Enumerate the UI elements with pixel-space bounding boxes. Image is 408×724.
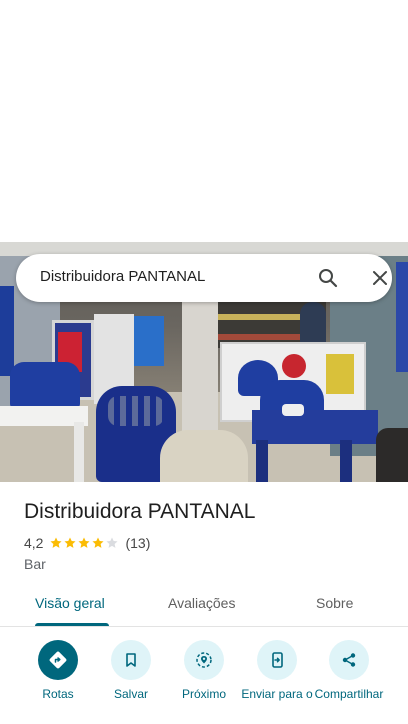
photo-napkin [282, 404, 304, 416]
send-to-phone-label: Enviar para o [241, 687, 313, 701]
rating-stars [49, 536, 119, 550]
map-blank-area [0, 0, 408, 242]
nearby-label: Próximo [181, 687, 226, 701]
star-empty-icon [106, 537, 119, 548]
star-filled-icon [78, 537, 91, 548]
save-button[interactable]: Salvar [92, 640, 170, 701]
photo-table-leg [74, 422, 84, 482]
star-filled-icon [92, 537, 105, 548]
share-label: Compartilhar [314, 687, 384, 701]
review-count: (13) [125, 535, 151, 551]
save-label: Salvar [113, 687, 148, 701]
bookmark-icon[interactable] [111, 640, 151, 680]
tab-indicator [35, 623, 109, 626]
send-to-phone-button[interactable]: Enviar para o [238, 640, 316, 701]
photo-poster [326, 354, 354, 394]
share-button[interactable]: Compartilhar [310, 640, 388, 701]
close-icon[interactable] [368, 266, 392, 290]
tab-about[interactable]: Sobre [316, 595, 353, 611]
photo-right-door [396, 262, 408, 372]
photo-chair-pattern [108, 396, 164, 426]
photo-left-door [0, 286, 14, 376]
photo-chair [160, 430, 248, 482]
place-category: Bar [24, 556, 46, 572]
rating-row[interactable]: 4,2 (13) [24, 535, 150, 551]
search-input[interactable]: Distribuidora PANTANAL [40, 268, 205, 285]
send-to-phone-icon[interactable] [257, 640, 297, 680]
nearby-button[interactable]: Próximo [165, 640, 243, 701]
photo-person [376, 428, 408, 482]
star-filled-icon [64, 537, 77, 548]
search-bar[interactable]: Distribuidora PANTANAL [16, 254, 392, 302]
star-filled-icon [50, 537, 63, 548]
photo-chair [10, 362, 80, 408]
tab-bar: Visão geral Avaliações Sobre [0, 584, 408, 627]
photo-table-leg [340, 440, 352, 482]
photo-freezer-logo [282, 354, 306, 378]
share-icon[interactable] [329, 640, 369, 680]
nearby-icon[interactable] [184, 640, 224, 680]
directions-label: Rotas [42, 687, 74, 701]
photo-person [300, 302, 326, 346]
photo-table [252, 410, 378, 444]
directions-button[interactable]: Rotas [19, 640, 97, 701]
directions-icon[interactable] [38, 640, 78, 680]
photo-cooler [134, 316, 164, 366]
search-icon[interactable] [316, 266, 340, 290]
photo-table-leg [256, 440, 268, 482]
rating-value: 4,2 [24, 535, 44, 551]
tab-reviews[interactable]: Avaliações [168, 595, 235, 611]
place-title: Distribuidora PANTANAL [24, 500, 256, 523]
tab-overview[interactable]: Visão geral [35, 595, 105, 611]
